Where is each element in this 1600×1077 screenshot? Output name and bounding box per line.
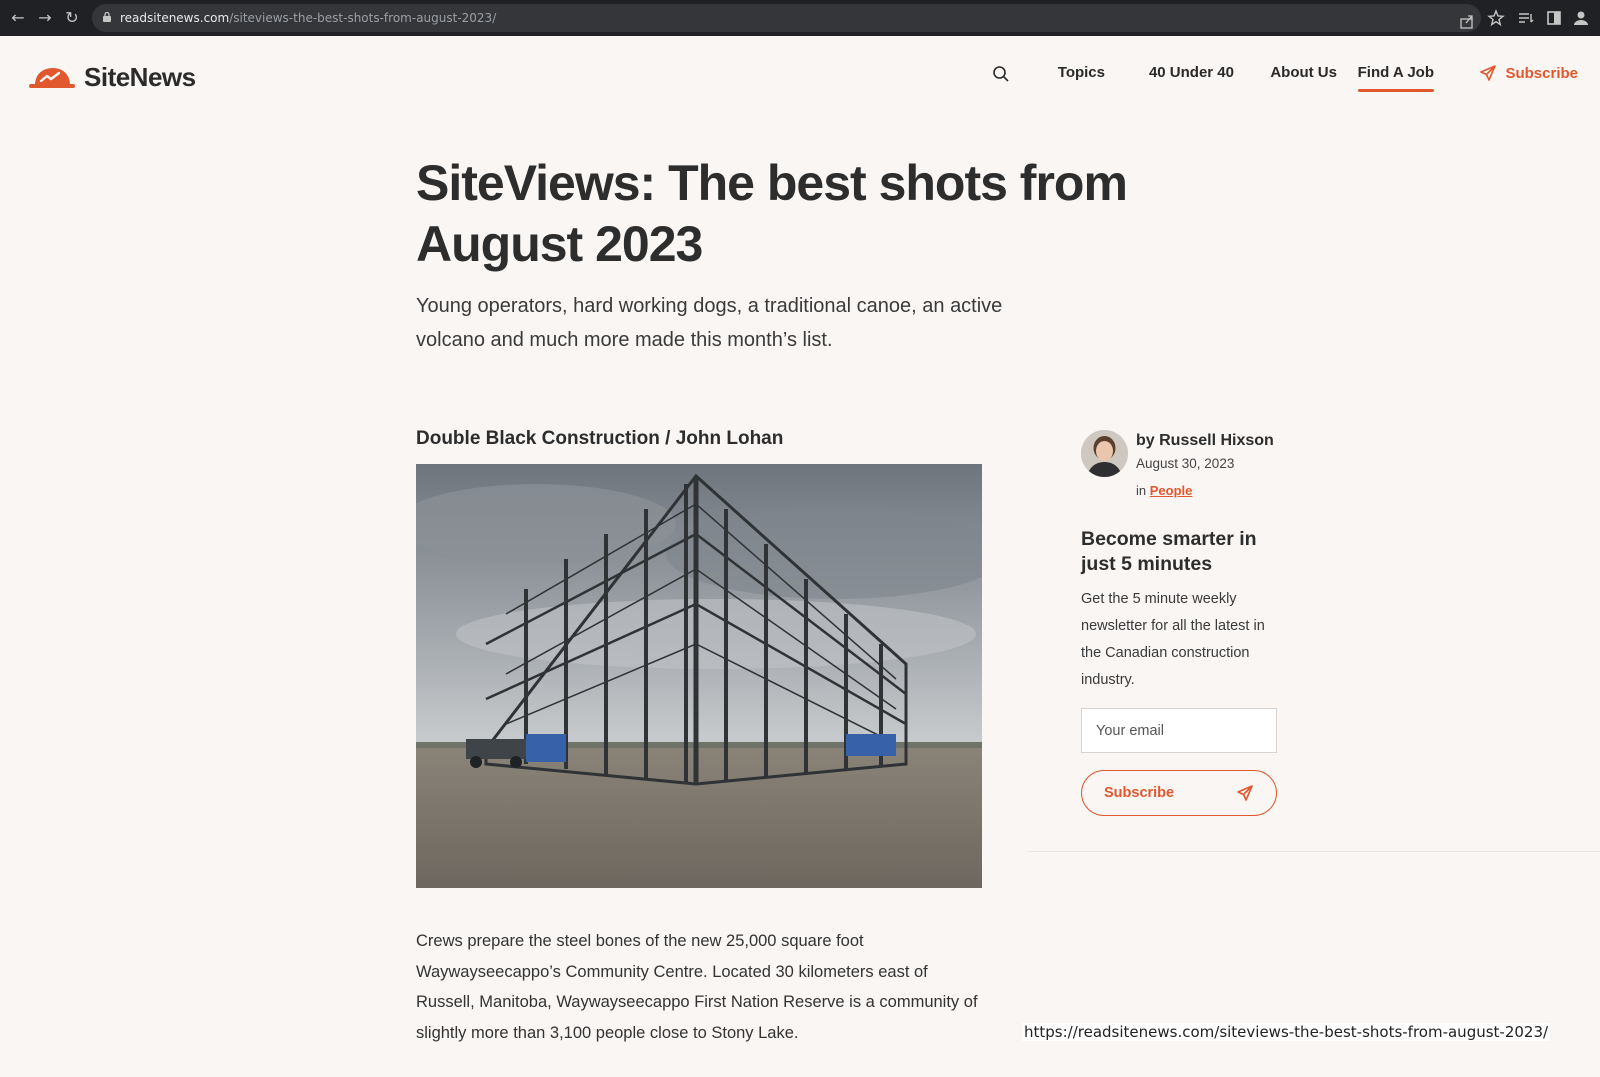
nav-about-us[interactable]: About Us bbox=[1270, 64, 1337, 81]
category-prefix: in bbox=[1136, 483, 1147, 498]
paper-plane-icon bbox=[1480, 65, 1497, 81]
reading-list-icon[interactable] bbox=[1516, 8, 1536, 28]
nav-subscribe-label: Subscribe bbox=[1505, 64, 1578, 82]
category-line: in People bbox=[1136, 483, 1192, 498]
newsletter-subscribe-button[interactable]: Subscribe bbox=[1081, 770, 1277, 816]
newsletter-description: Get the 5 minute weekly newsletter for a… bbox=[1081, 591, 1265, 688]
url-path: /siteviews-the-best-shots-from-august-20… bbox=[229, 11, 497, 25]
photo-caption: Double Black Construction / John Lohan bbox=[416, 428, 784, 449]
author-avatar[interactable] bbox=[1081, 430, 1128, 477]
site-logo[interactable]: SiteNews bbox=[29, 62, 196, 93]
side-panel-icon[interactable] bbox=[1544, 8, 1564, 28]
paper-plane-icon bbox=[1237, 785, 1253, 801]
hard-hat-icon bbox=[29, 67, 75, 88]
profile-icon[interactable] bbox=[1571, 8, 1591, 28]
forward-arrow-icon[interactable]: → bbox=[34, 7, 56, 29]
share-icon[interactable] bbox=[1458, 13, 1476, 31]
nav-40-under-40[interactable]: 40 Under 40 bbox=[1149, 64, 1234, 81]
newsletter-title: Become smarter in just 5 minutes bbox=[1081, 528, 1257, 575]
back-arrow-icon[interactable]: ← bbox=[7, 7, 29, 29]
steel-frame-photo bbox=[416, 464, 982, 888]
email-input[interactable] bbox=[1081, 708, 1277, 753]
star-icon[interactable] bbox=[1486, 8, 1506, 28]
article-subtitle: Young operators, hard working dogs, a tr… bbox=[416, 295, 1003, 351]
address-url: readsitenews.com/siteviews-the-best-shot… bbox=[120, 11, 496, 25]
url-host: readsitenews.com bbox=[120, 11, 230, 25]
category-link[interactable]: People bbox=[1150, 483, 1193, 498]
author-portrait bbox=[1081, 430, 1128, 477]
search-icon[interactable] bbox=[992, 65, 1010, 83]
sidebar-divider bbox=[1028, 851, 1600, 852]
reload-icon[interactable]: ↻ bbox=[61, 7, 83, 29]
article-title: SiteViews: The best shots from August 20… bbox=[416, 155, 1128, 272]
nav-subscribe-button[interactable]: Subscribe bbox=[1479, 64, 1578, 82]
article-photo bbox=[416, 464, 982, 888]
address-bar[interactable]: readsitenews.com/siteviews-the-best-shot… bbox=[92, 4, 1481, 32]
site-name: SiteNews bbox=[84, 62, 196, 92]
browser-toolbar: ← → ↻ readsitenews.com/siteviews-the-bes… bbox=[0, 0, 1600, 36]
nav-find-a-job[interactable]: Find A Job bbox=[1357, 64, 1435, 92]
author-name[interactable]: by Russell Hixson bbox=[1136, 432, 1274, 450]
status-bar-url: https://readsitenews.com/siteviews-the-b… bbox=[1022, 1023, 1551, 1041]
site-header: SiteNews Topics 40 Under 40 About Us Fin… bbox=[0, 36, 1600, 118]
publish-date: August 30, 2023 bbox=[1136, 456, 1235, 471]
lock-icon bbox=[103, 12, 111, 22]
article-body: Crews prepare the steel bones of the new… bbox=[416, 932, 978, 1042]
nav-topics[interactable]: Topics bbox=[1058, 64, 1105, 81]
subscribe-button-label: Subscribe bbox=[1104, 785, 1175, 801]
